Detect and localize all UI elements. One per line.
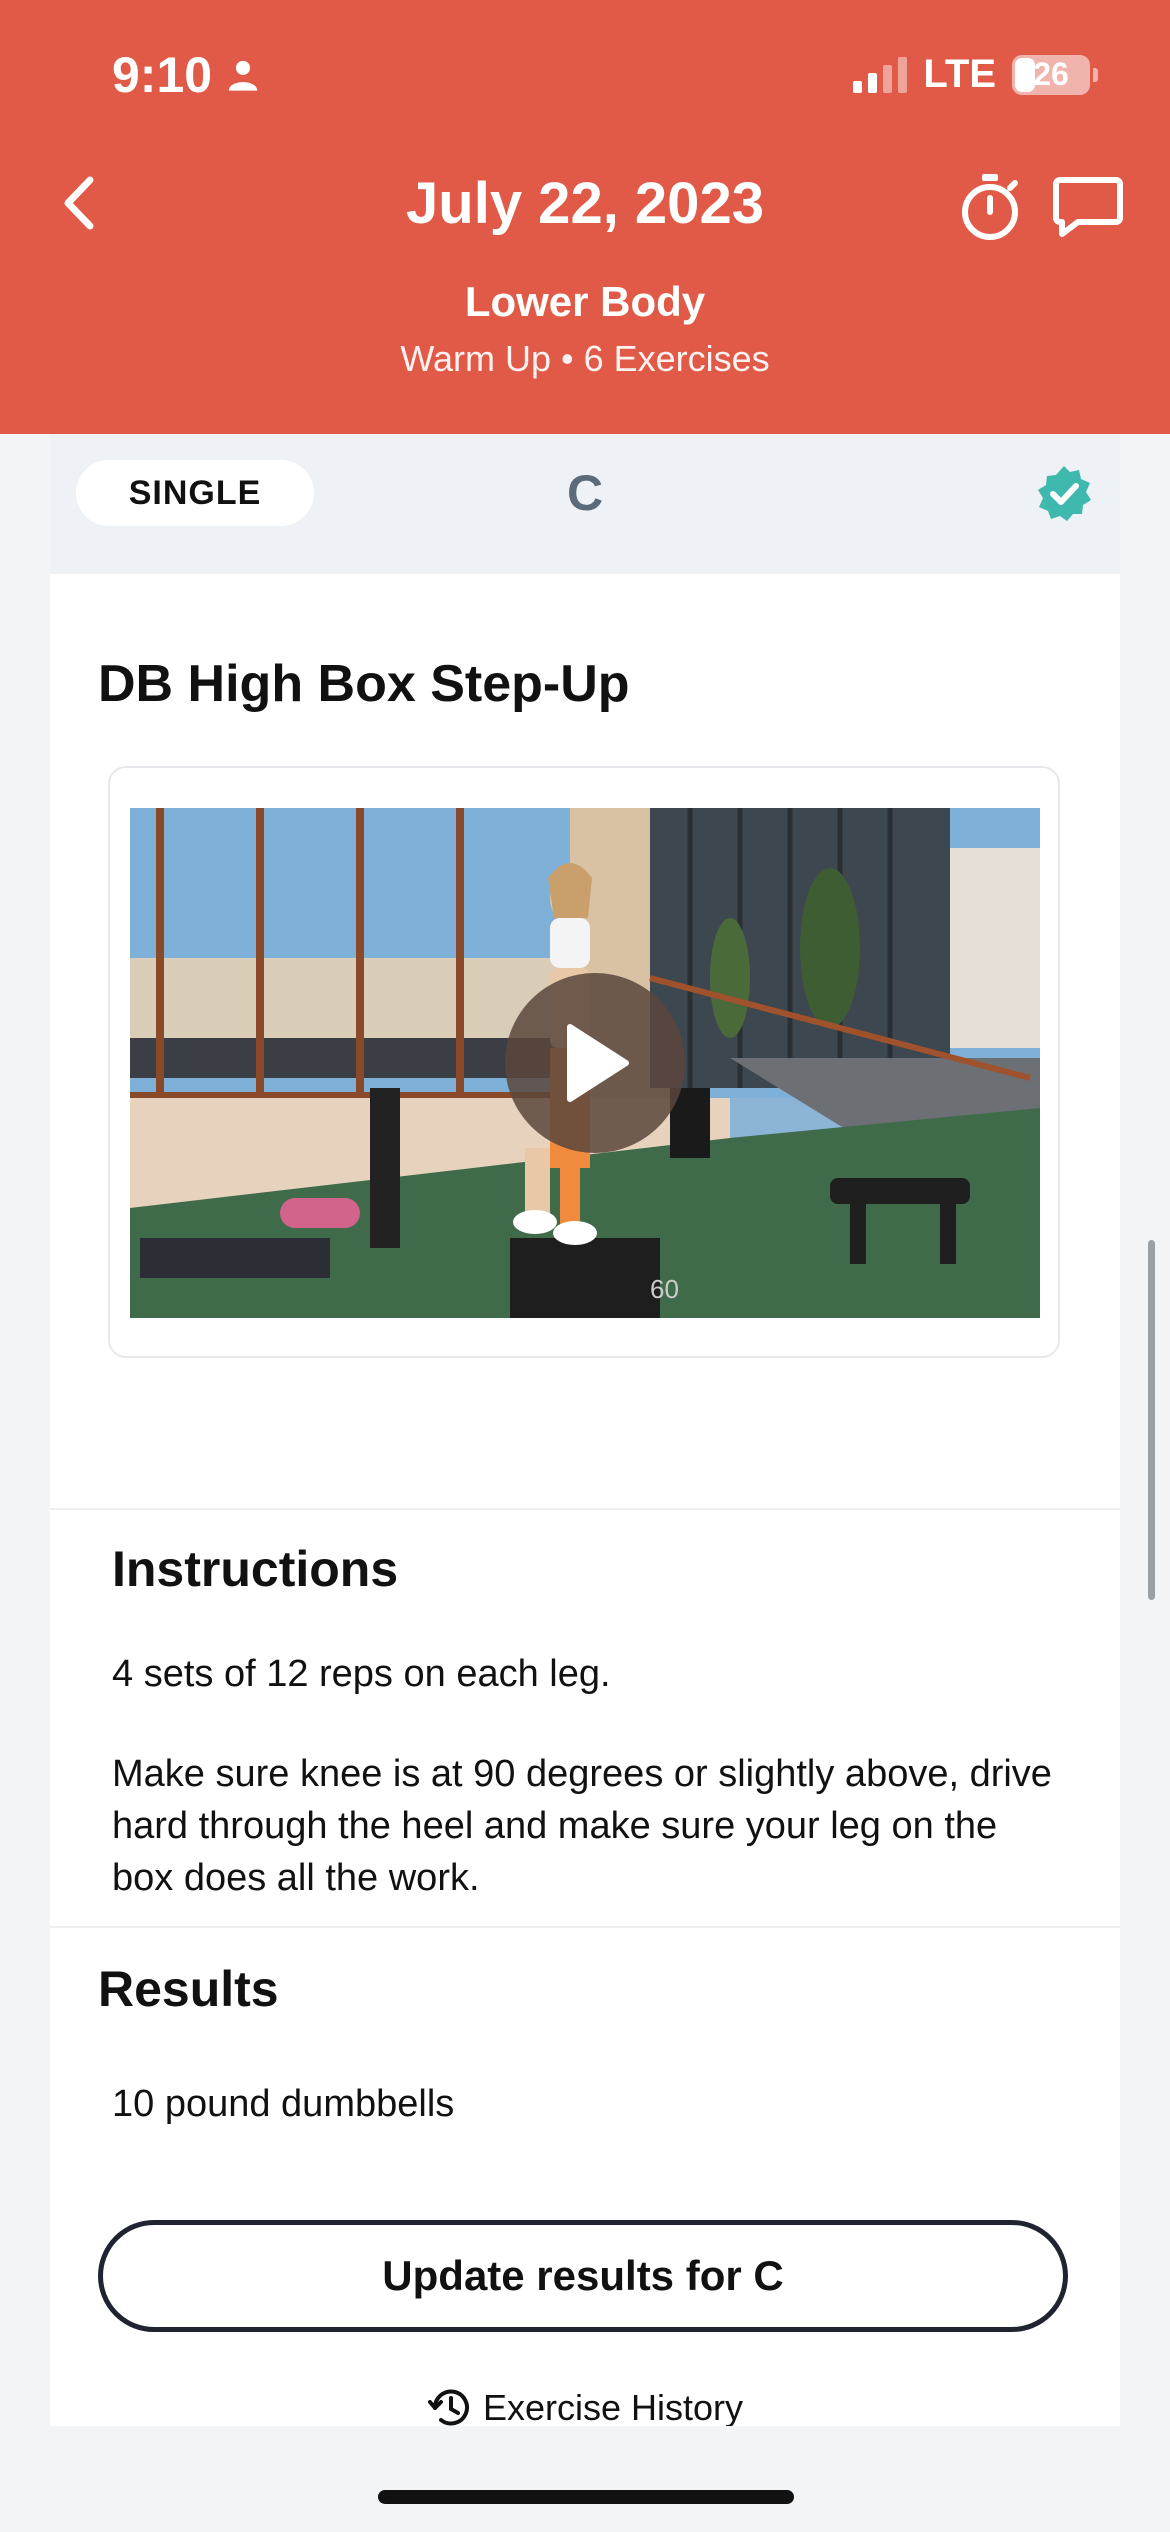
- results-value: 10 pound dumbbells: [112, 2083, 455, 2125]
- exercise-group-letter: C: [566, 465, 604, 521]
- exercise-history-link[interactable]: Exercise History: [50, 2384, 1120, 2432]
- scrollbar[interactable]: [1148, 1240, 1155, 1600]
- exercise-video-thumbnail[interactable]: 60: [130, 808, 1040, 1318]
- chat-bubble-icon[interactable]: [1052, 174, 1124, 240]
- exercise-history-label: Exercise History: [482, 2387, 744, 2428]
- exercise-card: DB High Box Step-Up 60 Instructions 4 se…: [50, 574, 1120, 2428]
- instructions-line1: 4 sets of 12 reps on each leg.: [112, 1653, 611, 1695]
- network-label: LTE: [923, 52, 996, 96]
- play-button[interactable]: [505, 973, 685, 1153]
- update-results-button[interactable]: Update results for C: [98, 2220, 1068, 2332]
- divider: [50, 1926, 1120, 1928]
- workout-meta: Warm Up • 6 Exercises: [400, 338, 770, 379]
- person-icon: [228, 60, 258, 91]
- play-icon: [567, 1024, 629, 1102]
- verified-check-icon: [1038, 466, 1091, 521]
- battery-icon: 26: [1012, 54, 1098, 95]
- svg-text:60: 60: [650, 1274, 679, 1304]
- instructions-line2: Make sure knee is at 90 degrees or sligh…: [112, 1753, 1052, 1899]
- stopwatch-icon[interactable]: [958, 172, 1022, 244]
- battery-percent: 26: [1033, 56, 1069, 92]
- divider: [50, 1508, 1120, 1510]
- exercise-card-header: SINGLE C: [50, 434, 1120, 574]
- results-heading: Results: [98, 1961, 279, 2017]
- history-clock-icon: [427, 2389, 469, 2426]
- workout-name: Lower Body: [464, 278, 706, 325]
- app-header: 9:10 LTE 26 July 22, 2023 Lower Body War…: [0, 0, 1170, 434]
- status-time: 9:10: [112, 46, 260, 104]
- exercise-name: DB High Box Step-Up: [98, 655, 630, 713]
- bottom-safe-area: [0, 2426, 1170, 2532]
- status-indicators: LTE 26: [853, 52, 1098, 97]
- status-time-text: 9:10: [112, 47, 213, 103]
- home-indicator[interactable]: [378, 2490, 794, 2504]
- signal-icon: [853, 56, 908, 93]
- instructions-heading: Instructions: [112, 1541, 399, 1597]
- video-container: 60: [108, 766, 1060, 1358]
